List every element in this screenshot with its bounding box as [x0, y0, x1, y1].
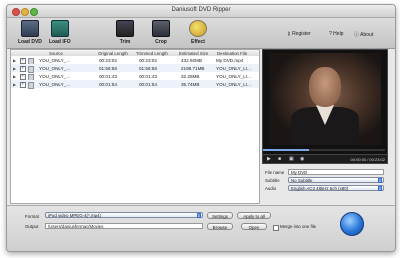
output-label: Output	[25, 224, 39, 229]
row-source: YOU_ONLY_...	[39, 65, 71, 71]
expand-arrow-icon[interactable]: ▶	[13, 82, 16, 87]
expand-arrow-icon[interactable]: ▶	[13, 58, 16, 63]
register-link[interactable]: ⚷ Register	[287, 31, 311, 37]
trim-icon	[116, 20, 134, 37]
col-source[interactable]: Source	[49, 51, 63, 56]
subtitle-select[interactable]: No Subtitle	[288, 177, 384, 183]
crop-label: Crop	[155, 39, 167, 45]
expand-arrow-icon[interactable]: ▶	[13, 74, 16, 79]
format-select[interactable]: iPod video MPEG-4(*.mp4)	[45, 212, 203, 218]
video-preview	[262, 49, 388, 155]
output-path-input[interactable]: /Users/daniusfermac/Movies	[45, 223, 203, 229]
title-bar: Daniusoft DVD Ripper	[7, 5, 395, 18]
table-row[interactable]: ▶ YOU_ONLY_... 00:01:43 00:01:43 32.25MB…	[11, 72, 259, 81]
load-dvd-button[interactable]: Load DVD	[18, 20, 42, 45]
start-convert-button[interactable]	[340, 212, 364, 236]
audio-select[interactable]: English AC3 48kHz 6ch (x80)	[288, 185, 384, 191]
player-controls: ▶ ■ ▣ ◉ 00:00:00 / 00:23:02	[262, 154, 388, 164]
row-dest[interactable]: YOU_ONLY_LI...	[216, 74, 251, 79]
open-button[interactable]: Open	[241, 223, 267, 230]
load-ifo-label: Load IFO	[49, 39, 71, 45]
row-source: YOU_ONLY_...	[39, 81, 71, 87]
load-ifo-button[interactable]: Load IFO	[49, 20, 71, 45]
row-trimmed: 00:23:02	[139, 57, 157, 63]
row-source: YOU_ONLY_...	[39, 57, 71, 63]
playback-progress[interactable]	[263, 149, 385, 151]
preview-figure-face	[309, 67, 341, 107]
audio-label: Audio	[265, 186, 277, 191]
row-trimmed: 00:01:54	[139, 81, 157, 87]
row-checkbox[interactable]	[20, 65, 26, 72]
row-dest[interactable]: YOU_ONLY_LI...	[216, 82, 251, 87]
row-size: 32.25MB	[181, 73, 200, 79]
about-label: About	[360, 32, 374, 38]
col-destination-file[interactable]: Destination File	[217, 51, 247, 56]
merge-label: Merge into one file	[280, 224, 317, 229]
about-link[interactable]: ⓘ About	[354, 31, 373, 38]
row-dest[interactable]: My DVD.mp4	[216, 58, 243, 63]
expand-arrow-icon[interactable]: ▶	[13, 66, 16, 71]
play-icon[interactable]: ▶	[267, 156, 271, 162]
effect-button[interactable]: Effect	[189, 20, 207, 45]
settings-button[interactable]: Settings	[207, 212, 233, 219]
trim-label: Trim	[119, 39, 131, 45]
app-window: Daniusoft DVD Ripper Load DVD Load IFO T…	[6, 4, 396, 252]
trim-button[interactable]: Trim	[116, 20, 134, 45]
row-original: 00:01:43	[99, 73, 117, 79]
register-label: Register	[292, 31, 311, 37]
row-original: 00:01:54	[99, 81, 117, 87]
subtitle-label: Subtitle	[265, 178, 280, 183]
load-dvd-label: Load DVD	[18, 39, 42, 45]
col-original-length[interactable]: Original Length	[98, 51, 128, 56]
row-dest[interactable]: YOU_ONLY_LI...	[216, 66, 251, 71]
row-size: 432.92MB	[181, 57, 202, 63]
help-icon: ?	[329, 31, 332, 37]
file-name-label: File name	[265, 170, 285, 175]
stop-icon[interactable]: ■	[278, 156, 281, 162]
col-trimmed-length[interactable]: Trimmed Length	[136, 51, 168, 56]
row-size: 35.74MB	[181, 81, 200, 87]
window-title: Daniusoft DVD Ripper	[171, 7, 231, 13]
row-source: YOU_ONLY_...	[39, 73, 71, 79]
table-row[interactable]: ▶ YOU_ONLY_... 01:56:58 01:56:58 2198.71…	[11, 64, 259, 73]
file-name-input[interactable]: My DVD	[288, 169, 384, 175]
effect-icon	[189, 20, 207, 37]
effect-label: Effect	[191, 39, 205, 45]
crop-button[interactable]: Crop	[152, 20, 170, 45]
dvd-icon	[20, 20, 39, 37]
crop-icon	[152, 20, 170, 37]
key-icon: ⚷	[287, 31, 291, 37]
table-row[interactable]: ▶ YOU_ONLY_... 00:01:54 00:01:54 35.74MB…	[11, 80, 259, 89]
file-list: ▶ YOU_ONLY_... 00:23:02 00:23:02 432.92M…	[10, 56, 260, 204]
browse-button[interactable]: Browse	[207, 223, 233, 230]
help-link[interactable]: ? Help	[329, 31, 343, 37]
row-checkbox[interactable]	[20, 81, 26, 88]
merge-checkbox[interactable]	[273, 225, 279, 231]
playback-time: 00:00:00 / 00:23:02	[350, 156, 385, 162]
row-size: 2198.71MB	[181, 65, 205, 71]
snapshot-icon[interactable]: ◉	[300, 156, 304, 162]
playback-progress-fill	[263, 149, 310, 151]
ifo-icon	[50, 20, 69, 37]
row-original: 00:23:02	[99, 57, 117, 63]
folder-icon[interactable]: ▣	[289, 156, 294, 162]
table-row[interactable]: ▶ YOU_ONLY_... 00:23:02 00:23:02 432.92M…	[11, 56, 259, 65]
bottom-panel: Format iPod video MPEG-4(*.mp4) Settings…	[7, 205, 395, 251]
apply-to-all-button[interactable]: Apply to all	[237, 212, 271, 219]
help-label: Help	[333, 31, 344, 37]
toolbar: Load DVD Load IFO Trim Crop Effect ⚷ Reg…	[7, 18, 395, 49]
format-label: Format	[25, 214, 39, 219]
info-icon: ⓘ	[354, 32, 360, 38]
row-checkbox[interactable]	[20, 73, 26, 80]
row-trimmed: 01:56:58	[139, 65, 157, 71]
preview-frame	[269, 53, 381, 145]
file-icon	[28, 81, 34, 89]
col-estimated-size[interactable]: Estimated Size	[179, 51, 208, 56]
row-trimmed: 00:01:43	[139, 73, 157, 79]
row-checkbox[interactable]	[20, 57, 26, 64]
row-original: 01:56:58	[99, 65, 117, 71]
